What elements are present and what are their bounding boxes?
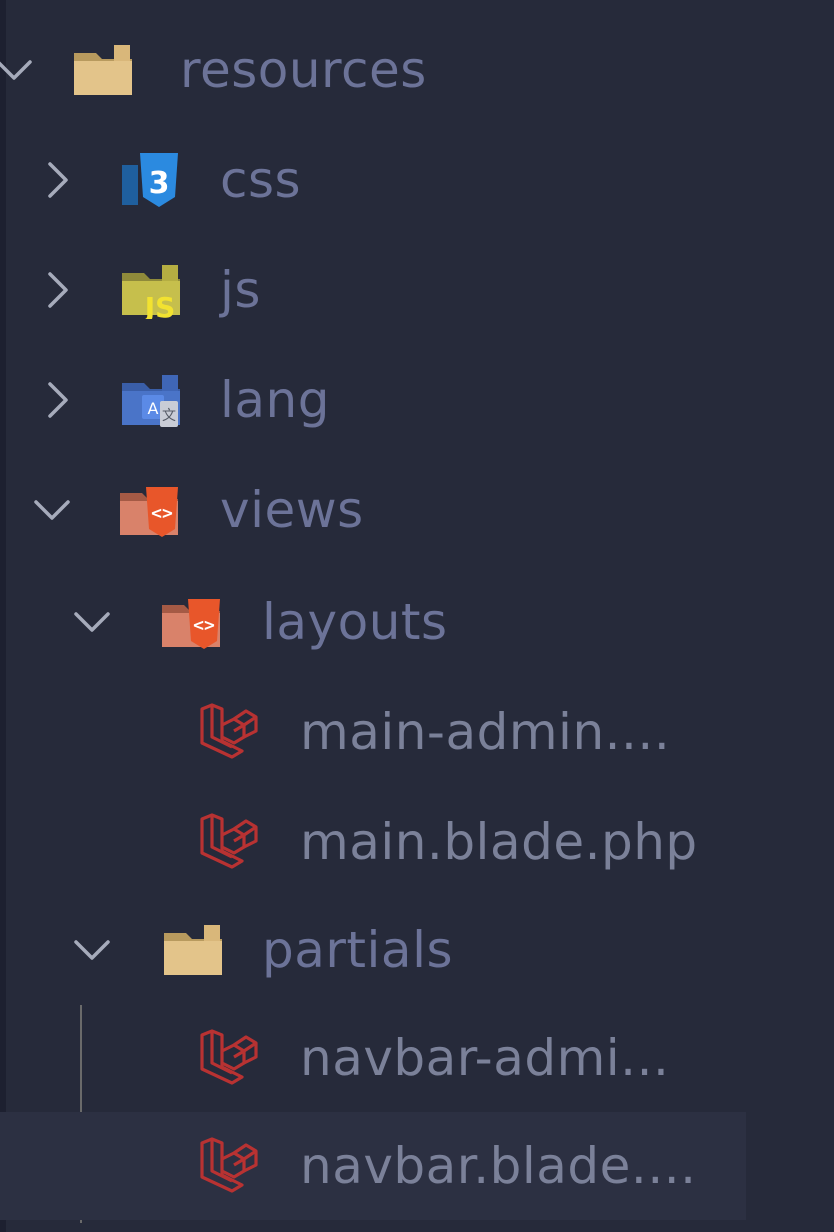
laravel-icon	[198, 703, 260, 761]
chevron-down-icon[interactable]	[32, 490, 72, 530]
tree-item-label: css	[220, 151, 302, 209]
tree-item-partials[interactable]: partials	[0, 896, 746, 1004]
tree-item-label: partials	[262, 921, 454, 979]
views-folder-icon	[160, 593, 222, 651]
laravel-icon	[198, 1029, 260, 1087]
js-folder-icon	[120, 261, 182, 319]
tree-item-resources[interactable]: resources	[0, 16, 746, 124]
tree-item-label: views	[220, 481, 364, 539]
laravel-icon	[198, 1137, 260, 1195]
chevron-right-icon[interactable]	[38, 270, 78, 310]
laravel-icon	[198, 813, 260, 871]
lang-folder-icon	[120, 371, 182, 429]
chevron-right-icon[interactable]	[38, 380, 78, 420]
views-folder-icon	[118, 481, 180, 539]
tree-item-main-blade[interactable]: main.blade.php	[0, 788, 746, 896]
tree-item-label: navbar-admi...	[300, 1029, 670, 1087]
tree-item-views[interactable]: views	[0, 456, 746, 564]
tree-item-label: layouts	[262, 593, 448, 651]
chevron-down-icon[interactable]	[0, 50, 34, 90]
tree-item-main-admin[interactable]: main-admin....	[0, 678, 746, 786]
tree-item-label: js	[220, 261, 261, 319]
css-folder-icon	[120, 151, 182, 209]
tree-item-label: resources	[180, 41, 427, 99]
chevron-right-icon[interactable]	[38, 160, 78, 200]
chevron-down-icon[interactable]	[72, 930, 112, 970]
tree-item-label: main-admin....	[300, 703, 671, 761]
tree-item-navbar-blade[interactable]: navbar.blade....	[0, 1112, 746, 1220]
tree-item-layouts[interactable]: layouts	[0, 568, 746, 676]
tree-item-lang[interactable]: lang	[0, 346, 746, 454]
chevron-down-icon[interactable]	[72, 602, 112, 642]
folder-icon	[72, 41, 134, 99]
tree-item-js[interactable]: js	[0, 236, 746, 344]
tree-item-css[interactable]: css	[0, 126, 746, 234]
tree-item-label: navbar.blade....	[300, 1137, 697, 1195]
tree-item-navbar-admin[interactable]: navbar-admi...	[0, 1004, 746, 1112]
folder-icon	[162, 921, 224, 979]
tree-item-label: lang	[220, 371, 330, 429]
file-explorer-tree: resources css js lang views layouts main…	[0, 0, 834, 1232]
tree-item-label: main.blade.php	[300, 813, 698, 871]
